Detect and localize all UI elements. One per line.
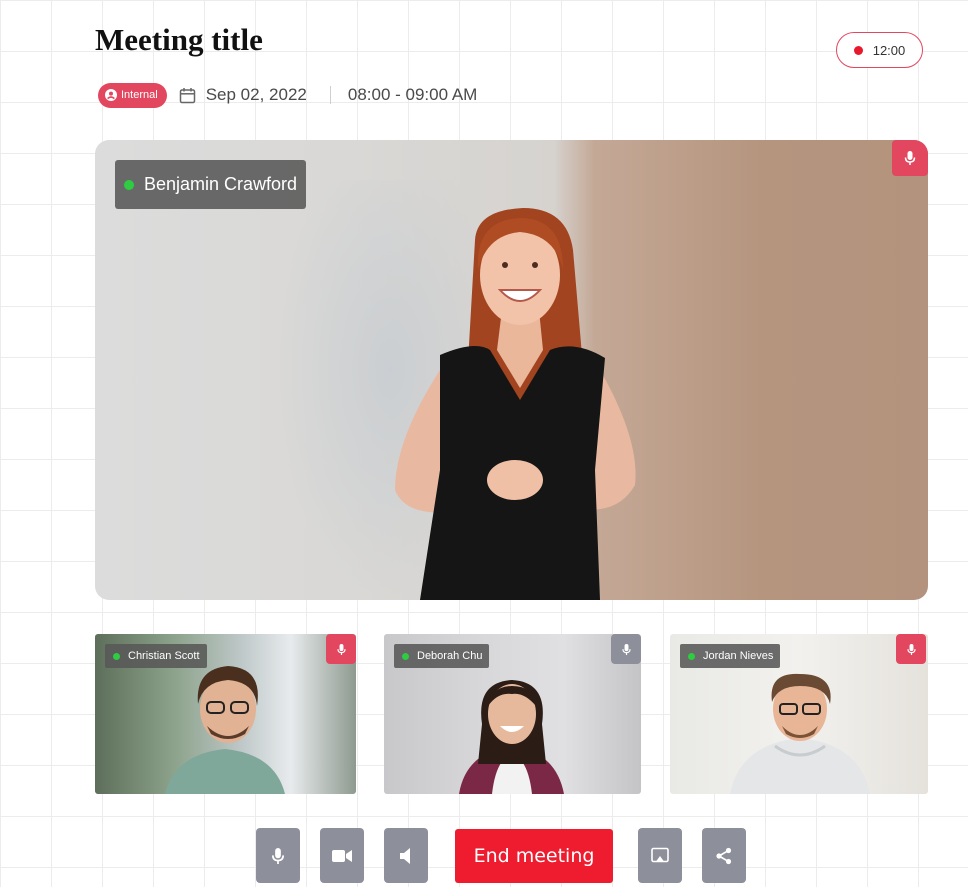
online-dot-icon xyxy=(124,179,134,190)
online-dot-icon xyxy=(688,652,695,660)
speaker-button[interactable] xyxy=(384,828,428,883)
participant-mic-indicator[interactable] xyxy=(611,634,641,664)
badge-label: Internal xyxy=(121,89,158,101)
main-speaker-video[interactable]: Benjamin Crawford xyxy=(95,140,928,600)
participant-tile[interactable]: Jordan Nieves xyxy=(670,634,928,794)
internal-badge: Internal xyxy=(98,82,167,108)
participant-mic-indicator[interactable] xyxy=(896,634,926,664)
online-dot-icon xyxy=(113,652,120,660)
page-title: Meeting title xyxy=(95,22,263,57)
share-icon xyxy=(716,847,732,864)
meeting-meta: Internal Sep 02, 2022 08:00 - 09:00 AM xyxy=(98,82,477,108)
microphone-icon xyxy=(621,643,631,655)
record-dot-icon xyxy=(853,45,863,55)
microphone-icon xyxy=(904,151,916,165)
online-dot-icon xyxy=(402,652,409,660)
speaker-icon xyxy=(400,847,410,864)
participant-name: Jordan Nieves xyxy=(703,650,774,662)
speaker-image xyxy=(395,208,636,600)
calendar-icon xyxy=(179,87,195,103)
participant-tile[interactable]: Christian Scott xyxy=(95,634,356,794)
meeting-time: 08:00 - 09:00 AM xyxy=(347,85,478,104)
camera-button[interactable] xyxy=(320,828,364,883)
participant-name: Deborah Chu xyxy=(417,650,483,662)
participant-name-tag: Jordan Nieves xyxy=(680,644,781,668)
meeting-date: Sep 02, 2022 xyxy=(205,85,307,104)
user-circle-icon xyxy=(105,89,117,101)
recording-timer: 12:00 xyxy=(836,32,923,68)
screen-share-icon xyxy=(651,847,669,862)
screen-share-button[interactable] xyxy=(638,828,682,883)
participant-mic-indicator[interactable] xyxy=(326,634,356,664)
participant-name: Christian Scott xyxy=(128,650,200,662)
video-camera-icon xyxy=(332,849,352,862)
speaker-mic-indicator[interactable] xyxy=(892,140,928,176)
microphone-icon xyxy=(906,643,916,655)
microphone-icon xyxy=(336,643,346,655)
participant-name-tag: Deborah Chu xyxy=(394,644,490,668)
recording-time: 12:00 xyxy=(872,42,906,58)
meta-divider xyxy=(329,86,331,104)
end-meeting-button[interactable]: End meeting xyxy=(455,829,613,883)
share-button[interactable] xyxy=(702,828,746,883)
participant-tile[interactable]: Deborah Chu xyxy=(384,634,641,794)
participant-name-tag: Christian Scott xyxy=(105,644,207,668)
speaker-name: Benjamin Crawford xyxy=(144,174,298,194)
microphone-button[interactable] xyxy=(256,828,300,883)
speaker-name-tag: Benjamin Crawford xyxy=(115,160,307,209)
microphone-icon xyxy=(272,847,284,864)
